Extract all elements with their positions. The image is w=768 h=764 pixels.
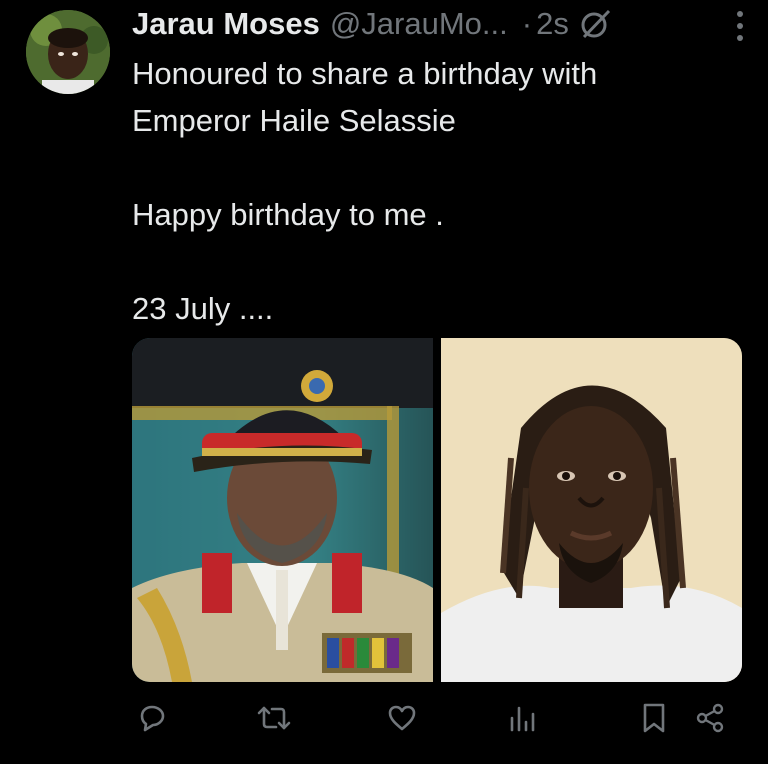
avatar[interactable] — [26, 10, 110, 94]
bookmark-icon[interactable] — [640, 702, 668, 734]
tweet-line — [132, 238, 732, 285]
tweet-actions — [132, 702, 732, 742]
grok-icon[interactable] — [579, 7, 613, 41]
share-icon[interactable] — [694, 702, 726, 734]
media-image-right[interactable] — [441, 338, 742, 682]
timestamp[interactable]: 2s — [536, 6, 569, 42]
tweet-line: Happy birthday to me . — [132, 197, 444, 232]
more-options-icon[interactable] — [736, 8, 744, 49]
views-icon[interactable] — [508, 702, 536, 734]
retweet-icon[interactable] — [256, 702, 292, 734]
like-icon[interactable] — [386, 702, 418, 734]
tweet-line: Emperor Haile Selassie — [132, 103, 456, 138]
separator-dot: · — [521, 6, 533, 41]
author-name[interactable]: Jarau Moses — [132, 6, 320, 42]
reply-icon[interactable] — [136, 702, 168, 734]
tweet-text: Honoured to share a birthday with Empero… — [132, 50, 732, 332]
author-handle[interactable]: @JarauMo... — [330, 6, 508, 42]
tweet-header: Jarau Moses @JarauMo... · 2s — [132, 4, 748, 44]
tweet-line: 23 July .... — [132, 291, 274, 326]
tweet-line: Honoured to share a birthday with — [132, 56, 598, 91]
tweet-line — [132, 144, 732, 191]
media-image-left[interactable] — [132, 338, 433, 682]
tweet-media — [132, 338, 742, 682]
